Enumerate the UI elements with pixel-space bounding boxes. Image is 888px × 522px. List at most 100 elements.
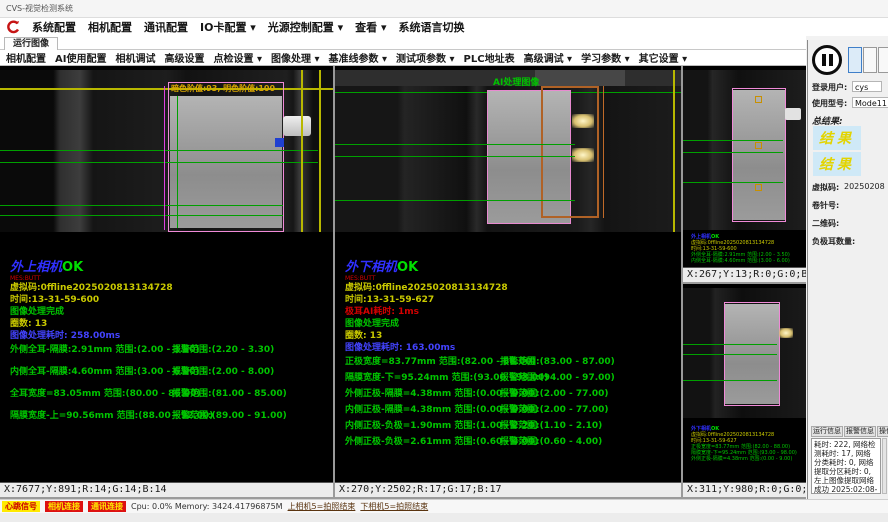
log-output[interactable]: 耗时: 222, 网络检测耗时: 17, 网络分类耗时: 0, 网络提取分区耗时… [811,438,881,494]
pause-button[interactable] [812,45,842,75]
overlay-line [673,70,675,232]
menu-item-comm-config[interactable]: 通讯配置 [144,19,188,35]
virtual-code-value: 20250208 [844,182,885,191]
menu-item-io-config[interactable]: IO卡配置 ▾ [200,19,256,35]
menu-item-system-config[interactable]: 系统配置 [32,19,76,35]
overlay-marker [755,184,762,191]
toolbar-item-camera-debug[interactable]: 相机调试 [115,50,155,65]
overlay-line [683,140,783,141]
menu-item-view[interactable]: 查看 ▾ [355,19,386,35]
connector-part [785,108,801,120]
main-area: 暗色阶值:93, 明色阶值:100 外上相机OK MES:BUTT 虚拟码:0f… [0,66,806,499]
overlay-line [683,152,783,153]
camera-image-lower[interactable]: AI处理图像 [335,70,681,232]
camera-result-block: 外上相机OK MES:BUTT 虚拟码:0ffline2025020813134… [10,256,173,342]
cursor-coordinates-thumb1: X:267;Y:13;R:0;G:0;B:0 [683,267,806,282]
alarm-range: 报警范围:(2.00 - 8.00) [172,364,274,377]
toolbar-item-spot-check[interactable]: 点检设置 ▾ [213,50,262,65]
upper-camera-status-link[interactable]: 上相机5=拍照结束 [288,501,356,512]
camera-image-upper[interactable]: 暗色阶值:93, 明色阶值:100 [0,70,333,232]
menu-bar: 系统配置 相机配置 通讯配置 IO卡配置 ▾ 光源控制配置 ▾ 查看 ▾ 系统语… [0,18,888,36]
thumbnail-view-lower[interactable]: 外下相机OK 虚拟码:0ffline2025020813134728 时间:13… [683,284,806,497]
ai-image-label: AI处理图像 [493,75,539,88]
toolbar-item-ai-config[interactable]: AI使用配置 [55,50,106,65]
result-box-upper: 结果 [813,126,861,150]
menu-item-camera-config[interactable]: 相机配置 [88,19,132,35]
camera-title: 外下相机OK [345,256,508,275]
electrode-tab-highlight [572,148,594,162]
overlay-line [0,150,318,151]
overlay-line [0,205,283,206]
title-bar: CVS-视觉检测系统 [0,0,888,18]
processing-done: 图像处理完成 [345,318,508,330]
cursor-coordinates-upper: X:7677;Y:891;R:14;G:14;B:14 [0,482,333,497]
overlay-line [0,215,283,216]
overlay-marker [755,142,762,149]
overlay-line [683,182,783,183]
alarm-range: 报警范围:(2.00 - 77.00) [500,402,609,415]
lap-count: 圈数: 13 [345,330,508,342]
alarm-range: 报警范围:(83.00 - 87.00) [500,354,615,367]
tab-strip: 运行图像 [0,36,806,50]
toolbar-item-learning-params[interactable]: 学习参数 ▾ [581,50,630,65]
camera-name: 外上相机 [10,260,62,275]
log-scrollbar[interactable] [882,438,887,494]
login-user-label: 登录用户: [812,82,847,93]
camera-connection-badge: 相机连接 [45,501,83,512]
log-tab-alarm[interactable]: 报警信息 [844,426,876,437]
thumbnail-image-upper[interactable] [683,70,806,230]
control-panel: 登录用户: cys 使用型号: Mode11 总结果: 结果 结果 虚拟码: 2… [807,40,888,499]
model-value[interactable]: Mode11 [852,97,888,108]
log-tab-operation[interactable]: 操作信息 [877,426,888,437]
toolbar-item-other-settings[interactable]: 其它设置 ▾ [639,50,688,65]
thumbnail-text-block: 外下相机OK 虚拟码:0ffline2025020813134728 时间:13… [691,426,797,462]
overlay-line [683,344,777,345]
camera-view-lower: AI处理图像 外下相机OK MES:BUTT 虚拟码:0ffline202502… [335,66,681,497]
app-window: CVS-视觉检测系统 系统配置 相机配置 通讯配置 IO卡配置 ▾ 光源控制配置… [0,0,888,522]
overlay-line [301,70,303,232]
virtual-code: 虚拟码:0ffline2025020813134728 [345,282,508,294]
toolbar-item-plc-address[interactable]: PLC地址表 [464,50,515,65]
mes-status: MES:BUTT [10,275,173,282]
lower-camera-status-link[interactable]: 下相机5=拍照结束 [360,501,428,512]
virtual-code-label: 虚拟码: [812,182,839,193]
log-tab-run[interactable]: 运行信息 [811,426,843,437]
user-button[interactable] [848,47,862,73]
connector-part [283,116,311,136]
menu-item-language-switch[interactable]: 系统语言切换 [399,19,465,35]
qr-code-label: 二维码: [812,218,839,229]
electrode-tab-highlight [779,328,793,338]
alarm-range: 报警范围:(2.20 - 3.30) [172,342,274,355]
tab-run-image[interactable]: 运行图像 [4,37,58,50]
thumbnail-view-upper[interactable]: 外上相机OK 虚拟码:0ffline2025020813134728 时间:13… [683,66,806,282]
toolbar-item-test-params[interactable]: 测试项参数 ▾ [396,50,455,65]
processing-elapsed: 图像处理耗时: 258.00ms [10,330,173,342]
cpu-memory-readout: Cpu: 0.0% Memory: 3424.41796875M [131,502,283,511]
toolbar-item-baseline-params[interactable]: 基准线参数 ▾ [329,50,388,65]
menu-item-light-config[interactable]: 光源控制配置 ▾ [268,19,343,35]
toolbar-item-camera-config[interactable]: 相机配置 [6,50,46,65]
toolbar-item-advanced-debug[interactable]: 高级调试 ▾ [524,50,573,65]
window-title: CVS-视觉检测系统 [6,4,73,13]
overlay-line [335,200,575,201]
machinery-bar [535,70,625,86]
bottom-strip [0,513,888,522]
thumbnail-image-lower[interactable] [683,288,806,418]
capture-time: 时间:13-31-59-600 [10,294,173,306]
heartbeat-status-badge: 心跳信号 [2,501,40,512]
camera-result-block: 外下相机OK MES:BUTT 虚拟码:0ffline2025020813134… [345,256,508,354]
negative-tab-count-label: 负极耳数量: [812,236,855,247]
toolbar-item-image-processing[interactable]: 图像处理 ▾ [271,50,320,65]
login-user-value[interactable]: cys [852,81,882,92]
overlay-line [683,380,777,381]
toolbar-item-advanced-settings[interactable]: 高级设置 [164,50,204,65]
virtual-code: 虚拟码:0ffline2025020813134728 [10,282,173,294]
overlay-marker [275,138,284,147]
result-ok-label: OK [397,260,418,275]
overlay-line [683,354,777,355]
alarm-range: 报警范围:(2.00 - 77.00) [500,386,609,399]
user-settings-button[interactable] [863,47,877,73]
winding-pin-label: 卷针号: [812,200,839,211]
overlay-line [164,86,165,230]
exit-button[interactable] [878,47,888,73]
